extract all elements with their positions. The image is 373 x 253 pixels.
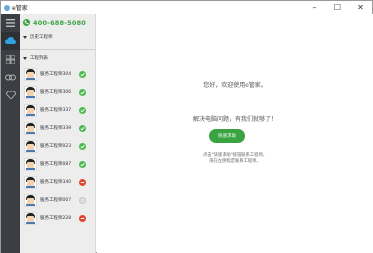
engineer-row[interactable]: 服务工程师339 [20,120,95,136]
engineer-name: 服务工程师340 [40,180,72,185]
app-logo-icon [4,4,10,11]
offline-icon [79,196,86,204]
engineer-row[interactable]: 服务工程师304 [20,66,95,82]
engineer-name: 服务工程师007 [40,198,72,203]
avatar [24,67,37,81]
engineer-name: 服务工程师228 [40,216,72,221]
engineer-name: 服务工程师339 [40,126,72,131]
divider [20,49,95,50]
engineer-row[interactable]: 服务工程师087 [20,156,95,172]
maximize-icon[interactable]: ☐ [326,1,349,13]
avatar [24,175,37,189]
menu-icon[interactable] [1,14,20,32]
engineer-name: 服务工程师304 [40,72,72,77]
avatar [24,157,37,171]
avatar [24,193,37,207]
online-check-icon [79,124,86,132]
engineers-section[interactable]: 工程列表 [20,52,95,64]
app-window: e管家 – ☐ ✕ 400-688-5080 历史工程师 工程列表 服务工程师3… [0,0,373,253]
hotline-number: 400-688-5080 [33,18,87,27]
avatar [24,121,37,135]
avatar [24,103,37,117]
cloud-icon[interactable] [1,32,20,50]
history-section[interactable]: 历史工程师 [20,31,95,43]
online-check-icon [79,88,86,96]
quick-help-button[interactable]: 快速求助 [209,129,245,143]
engineer-list: 服务工程师304 服务工程师306 服务工程师337 服务工程师339 服务工程师023… [20,66,95,226]
diamond-icon[interactable] [1,86,20,104]
minimize-icon[interactable]: – [303,1,326,13]
chevron-down-icon [23,56,27,60]
link-icon[interactable] [1,68,20,86]
engineers-section-label: 工程列表 [30,56,48,61]
engineer-panel: 400-688-5080 历史工程师 工程列表 服务工程师304 服务工程师306… [20,14,96,253]
engineer-row[interactable]: 服务工程师228 [20,210,95,226]
engineer-row[interactable]: 服务工程师340 [20,174,95,190]
chevron-down-icon [23,35,27,39]
tagline-text: 解决电脑问题，有我们就够了！ [192,116,277,123]
engineer-row[interactable]: 服务工程师306 [20,84,95,100]
engineer-name: 服务工程师337 [40,108,72,113]
engineer-row[interactable]: 服务工程师023 [20,138,95,154]
avatar [24,85,37,99]
avatar [24,211,37,225]
online-check-icon [79,70,86,78]
phone-icon [23,19,30,26]
window-controls: – ☐ ✕ [303,1,372,13]
online-check-icon [79,106,86,114]
avatar [24,139,37,153]
engineer-row[interactable]: 服务工程师007 [20,192,95,208]
engineer-row[interactable]: 服务工程师337 [20,102,95,118]
title-bar: e管家 – ☐ ✕ [1,1,372,14]
main-content: 您好，欢迎使用e管家。 解决电脑问题，有我们就够了！ 快速求助 点击"快速求助"… [97,14,373,253]
welcome-text: 您好，欢迎使用e管家。 [203,82,267,89]
hotline: 400-688-5080 [20,14,95,31]
close-icon[interactable]: ✕ [349,1,372,13]
busy-icon [79,214,86,222]
online-check-icon [79,160,86,168]
nav-rail [1,14,20,253]
grid-icon[interactable] [1,50,20,68]
hint-text: 点击"快速求助"按钮联系工程师， 或在左侧指定联系工程师。 [97,153,373,165]
busy-icon [79,178,86,186]
history-section-label: 历史工程师 [30,35,53,40]
window-title: e管家 [12,5,28,12]
engineer-name: 服务工程师306 [40,90,72,95]
engineer-name: 服务工程师023 [40,144,72,149]
engineer-name: 服务工程师087 [40,162,72,167]
online-check-icon [79,142,86,150]
hint-line-2: 或在左侧指定联系工程师。 [209,159,261,164]
